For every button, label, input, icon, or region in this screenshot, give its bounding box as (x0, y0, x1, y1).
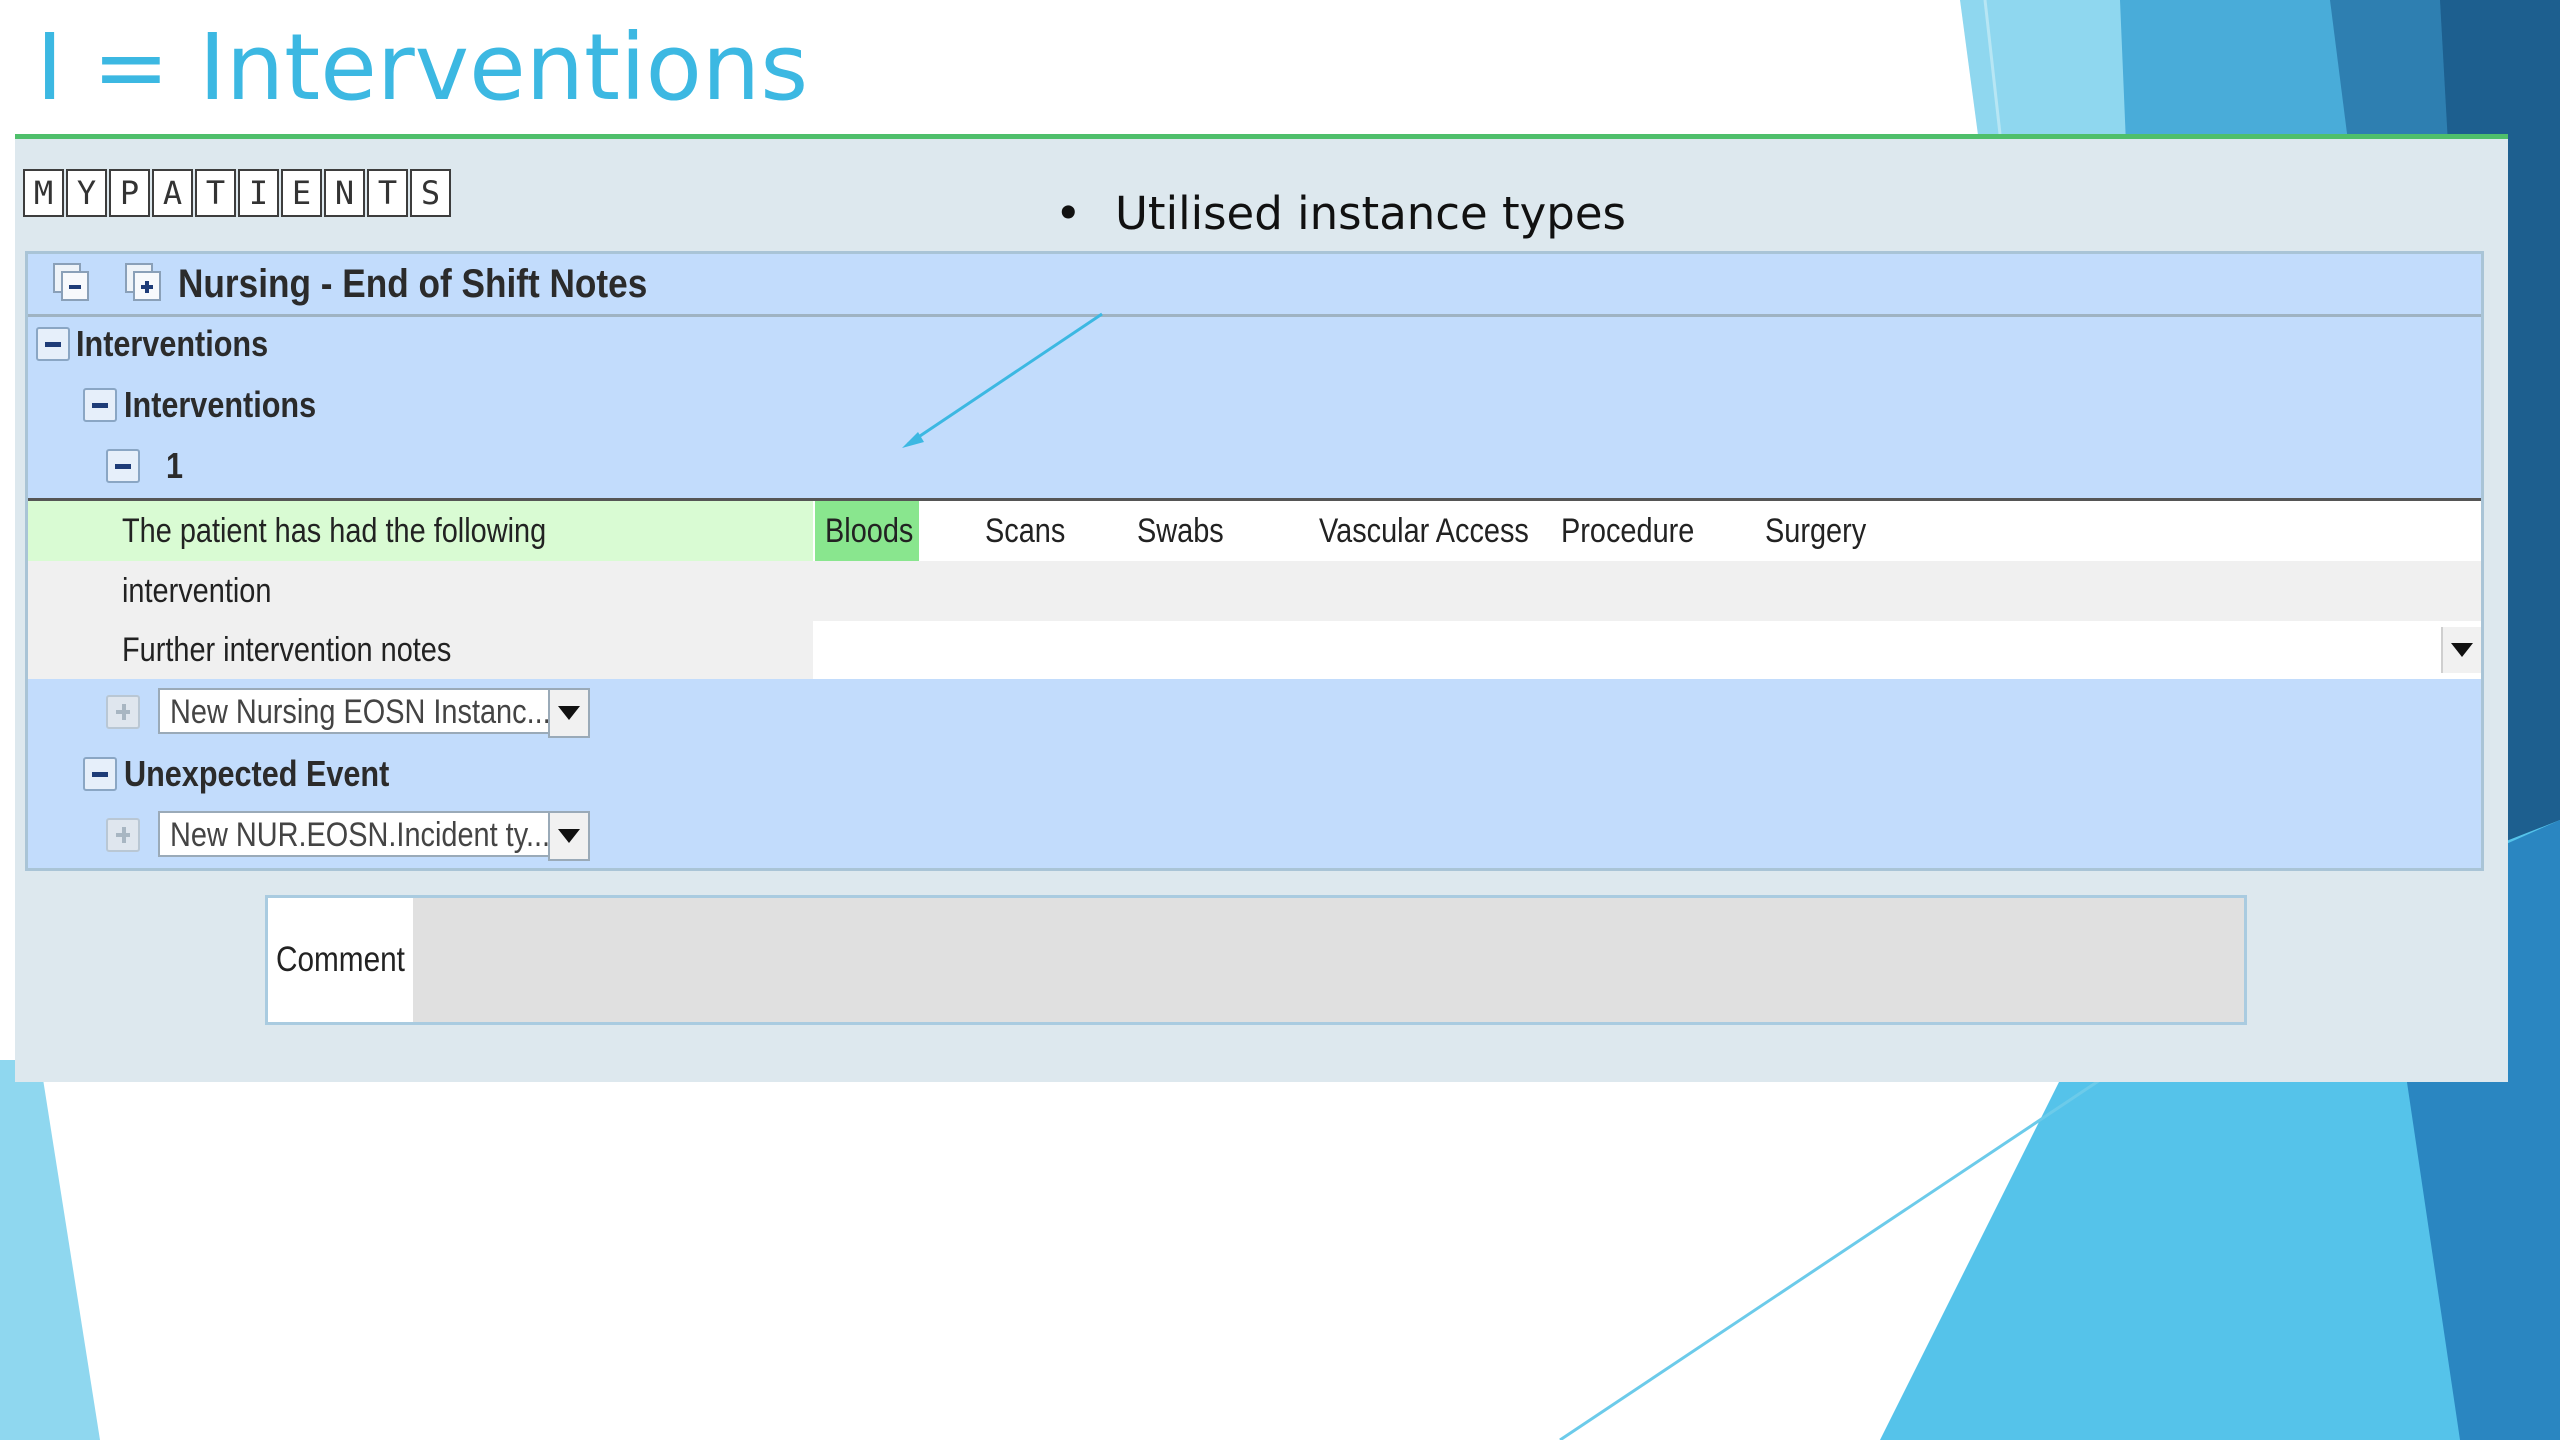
option-scans[interactable]: Scans (985, 501, 1065, 561)
app-screenshot: M Y P A T I E N T S • Utilised instance t… (15, 134, 2508, 1082)
options-shade (813, 561, 2481, 621)
option-vascular-access[interactable]: Vascular Access (1319, 501, 1529, 561)
intervention-field-row: The patient has had the following interv… (28, 498, 2481, 624)
bullet-point: • Utilised instance types (1055, 187, 1626, 240)
chevron-down-icon[interactable] (548, 811, 590, 861)
form-header: Nursing - End of Shift Notes (28, 254, 2481, 317)
logo-letter: E (281, 169, 322, 217)
option-procedure[interactable]: Procedure (1561, 501, 1694, 561)
intervention-options: Bloods Scans Swabs Vascular Access Proce… (813, 501, 2481, 561)
collapse-icon[interactable] (83, 757, 117, 791)
collapse-icon[interactable] (83, 388, 117, 422)
option-surgery[interactable]: Surgery (1765, 501, 1866, 561)
notes-field-row: Further intervention notes (28, 621, 2481, 679)
option-swabs[interactable]: Swabs (1137, 501, 1224, 561)
notes-label: Further intervention notes (122, 631, 452, 669)
add-incident-icon[interactable] (106, 818, 140, 852)
comment-label: Comment (276, 940, 405, 979)
new-incident-select[interactable]: New NUR.EOSN.Incident ty... (158, 811, 590, 861)
collapse-all-icon[interactable] (52, 260, 92, 304)
logo-letter: I (238, 169, 279, 217)
new-incident-row: New NUR.EOSN.Incident ty... (28, 805, 2481, 865)
new-instance-row: New Nursing EOSN Instanc... (28, 682, 2481, 742)
logo-letter: T (195, 169, 236, 217)
expand-all-icon[interactable] (124, 260, 164, 304)
bullet-text: Utilised instance types (1115, 187, 1626, 240)
instance-1-row: 1 (28, 436, 2481, 496)
intervention-field-label-cell: The patient has had the following interv… (28, 501, 813, 621)
intervention-label-line2: intervention (122, 572, 272, 610)
new-instance-select-value: New Nursing EOSN Instanc... (170, 693, 551, 731)
new-instance-select[interactable]: New Nursing EOSN Instanc... (158, 688, 590, 738)
instance-number: 1 (166, 445, 184, 486)
comment-input[interactable] (413, 898, 2244, 1022)
unexpected-event-label: Unexpected Event (124, 753, 390, 794)
chevron-down-icon[interactable] (2441, 627, 2481, 673)
new-incident-select-value: New NUR.EOSN.Incident ty... (170, 816, 551, 854)
option-bloods[interactable]: Bloods (825, 501, 913, 561)
notes-input[interactable] (813, 621, 2481, 679)
logo-letter: P (109, 169, 150, 217)
comment-field: Comment (265, 895, 2247, 1025)
bullet-dot-icon: • (1055, 187, 1082, 240)
form-title: Nursing - End of Shift Notes (178, 262, 648, 306)
collapse-icon[interactable] (106, 449, 140, 483)
section-label: Interventions (76, 323, 269, 364)
logo-letter: N (324, 169, 365, 217)
chevron-down-icon[interactable] (548, 688, 590, 738)
collapse-icon[interactable] (36, 327, 70, 361)
subsection-label: Interventions (124, 384, 317, 425)
comment-label-cell: Comment (268, 898, 413, 1022)
add-instance-icon[interactable] (106, 695, 140, 729)
mypatients-logo: M Y P A T I E N T S (23, 169, 451, 217)
form-panel: Nursing - End of Shift Notes Interventio… (25, 251, 2484, 871)
logo-letter: T (367, 169, 408, 217)
section-unexpected-event: Unexpected Event (28, 744, 2481, 804)
logo-letter: M (23, 169, 64, 217)
logo-letter: A (152, 169, 193, 217)
intervention-label-line1: The patient has had the following (122, 512, 547, 550)
logo-letter: Y (66, 169, 107, 217)
slide-title: I = Interventions (36, 14, 809, 121)
logo-letter: S (410, 169, 451, 217)
subsection-interventions: Interventions (28, 375, 2481, 435)
section-interventions: Interventions (28, 314, 2481, 374)
